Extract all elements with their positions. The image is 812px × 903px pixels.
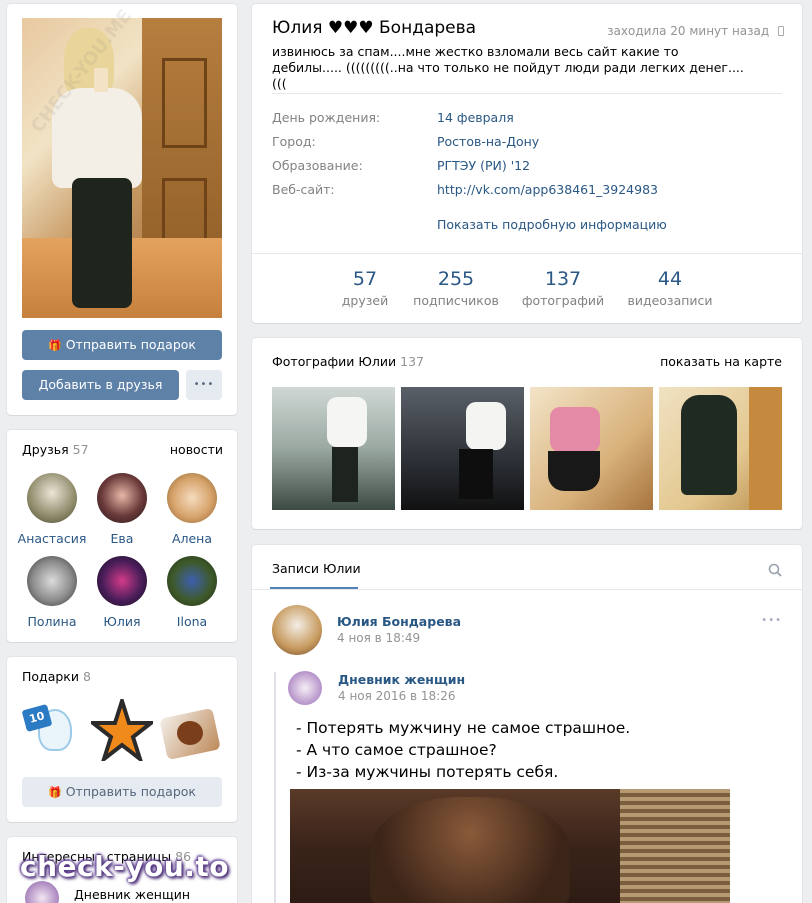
profile-info-card: Юлия ♥♥♥ Бондарева заходила 20 минут наз… — [252, 4, 802, 323]
info-label-website: Веб-сайт: — [272, 182, 335, 197]
post-author-avatar[interactable] — [272, 605, 322, 655]
phone-icon — [778, 26, 784, 36]
pages-header[interactable]: Интересные страницы 86 — [22, 849, 191, 864]
info-value-website[interactable]: http://vk.com/app638461_3924983 — [437, 182, 658, 197]
photo-thumb[interactable] — [530, 387, 653, 510]
add-friend-button[interactable]: Добавить в друзья — [22, 370, 179, 400]
gift-icon: 🎁 — [48, 339, 62, 352]
friend-avatar[interactable] — [167, 473, 217, 523]
stat-photos-count[interactable]: 137 — [508, 268, 618, 290]
friends-header[interactable]: Друзья 57 — [22, 442, 89, 457]
more-actions-button[interactable]: ••• — [186, 370, 222, 400]
friend-avatar[interactable] — [97, 473, 147, 523]
post-date[interactable]: 4 ноя в 18:49 — [337, 631, 420, 645]
post-image[interactable] — [290, 789, 730, 903]
last-seen: заходила 20 минут назад — [607, 24, 784, 38]
stat-photos-label[interactable]: фотографий — [508, 293, 618, 308]
photo-thumb[interactable] — [401, 387, 524, 510]
info-value-birthday[interactable]: 14 февраля — [437, 110, 514, 125]
info-label-education: Образование: — [272, 158, 363, 173]
page-name[interactable]: Дневник женщин — [74, 887, 190, 902]
post-menu-button[interactable]: ••• — [761, 615, 782, 626]
repost-border — [274, 672, 276, 903]
friend-avatar[interactable] — [27, 556, 77, 606]
photos-header[interactable]: Фотографии Юлии 137 — [272, 354, 424, 369]
friend-name[interactable]: Ева — [82, 531, 162, 546]
photos-card: Фотографии Юлии 137 показать на карте — [252, 338, 802, 529]
post-text-line: - А что самое страшное? — [296, 741, 497, 759]
profile-photo[interactable] — [22, 18, 222, 318]
stat-followers-count[interactable]: 255 — [401, 268, 511, 290]
divider — [252, 589, 802, 590]
send-gift-button[interactable]: 🎁 Отправить подарок — [22, 330, 222, 360]
stat-videos-label[interactable]: видеозаписи — [615, 293, 725, 308]
friend-avatar[interactable] — [167, 556, 217, 606]
gifts-header[interactable]: Подарки 8 — [22, 669, 91, 684]
friend-name[interactable]: Анастасия — [12, 531, 92, 546]
show-more-info-link[interactable]: Показать подробную информацию — [437, 217, 667, 232]
gift-icon: 🎁 — [48, 786, 62, 799]
profile-status: извинюсь за спам....мне жестко взломали … — [272, 44, 744, 91]
post-text-line: - Из-за мужчины потерять себя. — [296, 763, 559, 781]
stat-videos-count[interactable]: 44 — [615, 268, 725, 290]
info-label-birthday: День рождения: — [272, 110, 381, 125]
friend-name[interactable]: Ilona — [152, 614, 232, 629]
info-label-city: Город: — [272, 134, 316, 149]
gift-item[interactable] — [87, 694, 157, 765]
gift-item[interactable]: 10 — [21, 699, 84, 761]
friend-avatar[interactable] — [27, 473, 77, 523]
post-text-line: - Потерять мужчину не самое страшное. — [296, 719, 631, 737]
photo-thumb[interactable] — [659, 387, 782, 510]
show-on-map-link[interactable]: показать на карте — [660, 354, 782, 369]
photo-thumb[interactable] — [272, 387, 395, 510]
search-icon[interactable] — [768, 563, 782, 577]
more-icon: ••• — [193, 379, 215, 390]
info-value-city[interactable]: Ростов-на-Дону — [437, 134, 539, 149]
interesting-pages-card: Интересные страницы 86 Дневник женщин — [7, 837, 237, 903]
wall-card: Записи Юлии Юлия Бондарева 4 ноя в 18:49… — [252, 545, 802, 903]
friends-news-link[interactable]: новости — [170, 442, 223, 457]
page-avatar[interactable] — [25, 881, 59, 903]
tab-wall-posts[interactable]: Записи Юлии — [272, 561, 361, 576]
post-author-name[interactable]: Юлия Бондарева — [337, 614, 461, 629]
gifts-card: Подарки 8 10 🎁 Отправить подарок — [7, 657, 237, 822]
repost-author-name[interactable]: Дневник женщин — [338, 672, 465, 687]
repost-avatar[interactable] — [288, 671, 322, 705]
more-icon: ••• — [761, 615, 782, 626]
gift-item[interactable] — [159, 699, 221, 761]
friend-name[interactable]: Юлия — [82, 614, 162, 629]
divider — [272, 93, 782, 94]
profile-name: Юлия ♥♥♥ Бондарева — [272, 18, 477, 38]
friends-card: Друзья 57 новости Анастасия Ева Алена Пол… — [7, 430, 237, 642]
profile-photo-card: 🎁 Отправить подарок Добавить в друзья ••… — [7, 4, 237, 415]
divider — [252, 253, 802, 254]
friend-avatar[interactable] — [97, 556, 147, 606]
stat-followers-label[interactable]: подписчиков — [401, 293, 511, 308]
friend-name[interactable]: Алена — [152, 531, 232, 546]
info-value-education[interactable]: РГТЭУ (РИ) '12 — [437, 158, 530, 173]
friend-name[interactable]: Полина — [12, 614, 92, 629]
repost-date[interactable]: 4 ноя 2016 в 18:26 — [338, 689, 456, 703]
send-gift-button-secondary[interactable]: 🎁 Отправить подарок — [22, 777, 222, 807]
